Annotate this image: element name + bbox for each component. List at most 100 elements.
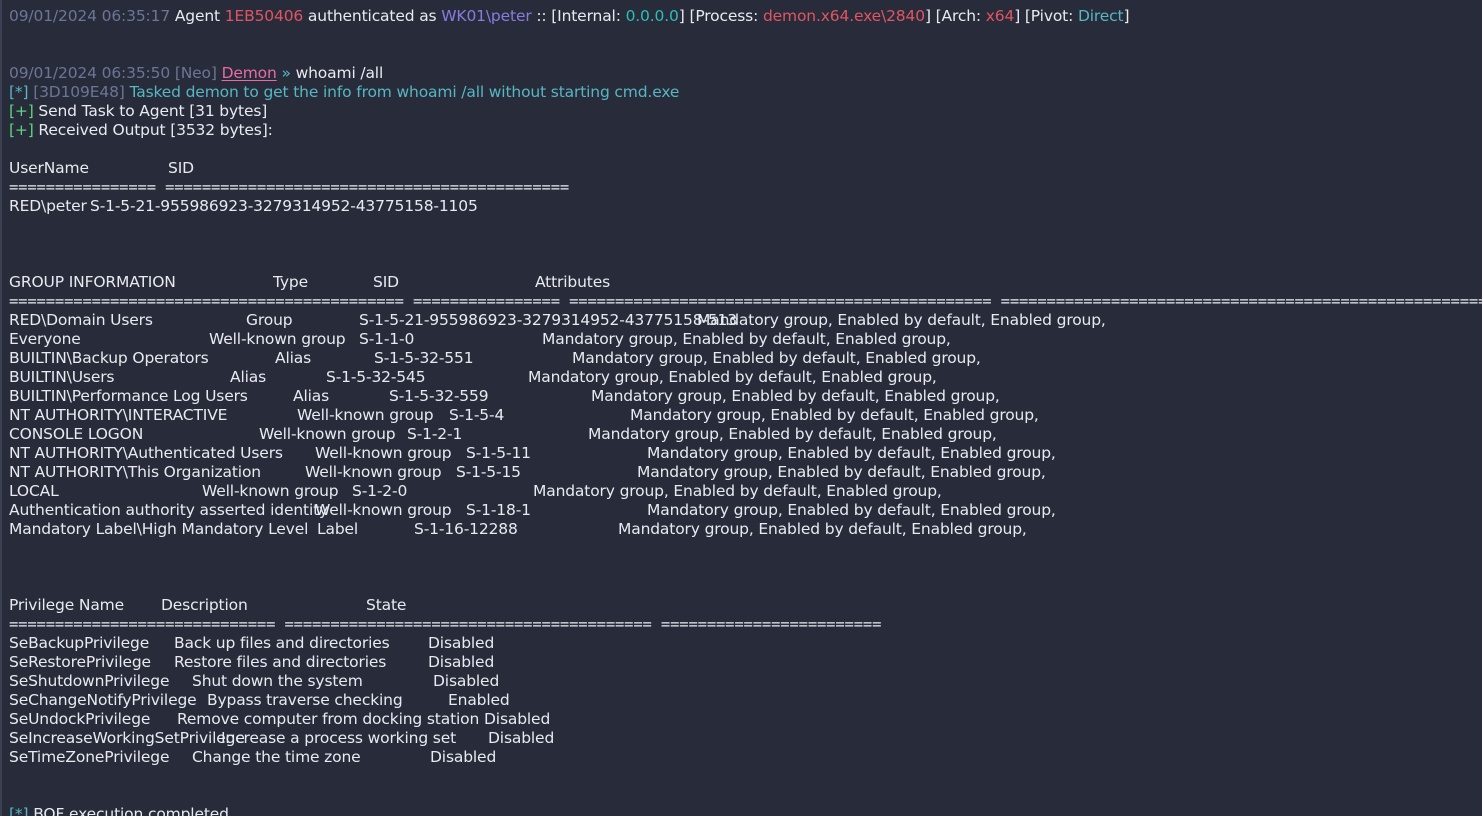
group-sid: S-1-2-0 — [352, 482, 408, 500]
group-table-row: Mandatory Label\High Mandatory Level Labe… — [2, 520, 1482, 539]
group-table-row: NT AUTHORITY\This Organization Well-known… — [2, 463, 1482, 482]
group-table-header-name: GROUP INFORMATION — [9, 273, 176, 291]
user-table-sid: S-1-5-21-955986923-3279314952-43775158-1… — [90, 197, 478, 215]
info-tag: [*] — [9, 83, 29, 101]
success-tag: [+] — [9, 102, 34, 120]
group-table-header-row: GROUP INFORMATION Type SID Attributes — [2, 273, 1482, 292]
group-table-header-type: Type — [273, 273, 309, 291]
privilege-state: Disabled — [433, 672, 500, 690]
group-attributes: Mandatory group, Enabled by default, Ena… — [542, 330, 951, 348]
group-table-row: LOCAL Well-known group S-1-2-0 Mandatory gr… — [2, 482, 1482, 501]
group-sid: S-1-5-21-955986923-3279314952-43775158-5… — [359, 311, 737, 329]
group-table-row: BUILTIN\Performance Log Users Alias S-1-5-… — [2, 387, 1482, 406]
group-type: Well-known group — [259, 425, 396, 443]
group-name: NT AUTHORITY\This Organization — [9, 463, 261, 481]
group-sid: S-1-5-32-545 — [326, 368, 426, 386]
privilege-state: Enabled — [448, 691, 510, 709]
group-type: Alias — [275, 349, 312, 367]
privilege-name: SeChangeNotifyPrivilege — [9, 691, 197, 709]
group-name: Everyone — [9, 330, 81, 348]
group-table-header-sid: SID — [373, 273, 399, 291]
command-prompt-line: 09/01/2024 06:35:50 [Neo] Demon » whoami… — [2, 64, 1482, 83]
group-sid: S-1-2-1 — [407, 425, 463, 443]
privilege-state: Disabled — [484, 710, 551, 728]
success-tag: [+] — [9, 121, 34, 139]
group-sid: S-1-1-0 — [359, 330, 415, 348]
group-attributes: Mandatory group, Enabled by default, Ena… — [572, 349, 981, 367]
privilege-table-row: SeRestorePrivilege Restore files and dire… — [2, 653, 1482, 672]
privilege-name: SeTimeZonePrivilege — [9, 748, 170, 766]
process-value: demon.x64.exe\2840 — [762, 7, 925, 25]
group-name: BUILTIN\Users — [9, 368, 115, 386]
group-type: Well-known group — [315, 444, 452, 462]
task-message: Tasked demon to get the info from whoami… — [129, 83, 680, 101]
privilege-table-row: SeUndockPrivilege Remove computer from do… — [2, 710, 1482, 729]
privilege-table-row: SeBackupPrivilege Back up files and direc… — [2, 634, 1482, 653]
user-table-header-sid: SID — [168, 159, 194, 177]
privilege-table-header-row: Privilege Name Description State — [2, 596, 1482, 615]
user-information-table: UserName SID ================ ==========… — [2, 159, 1482, 216]
group-name: CONSOLE LOGON — [9, 425, 144, 443]
group-table-row: Authentication authority asserted identi… — [2, 501, 1482, 520]
privilege-table-row: SeChangeNotifyPrivilege Bypass traverse c… — [2, 691, 1482, 710]
pivot-label: [Pivot: — [1024, 7, 1074, 25]
group-attributes: Mandatory group, Enabled by default, Ena… — [528, 368, 937, 386]
demon-console-output[interactable]: 09/01/2024 06:35:17 Agent 1EB50406 authe… — [0, 0, 1482, 816]
group-sid: S-1-5-32-551 — [374, 349, 474, 367]
group-type: Well-known group — [315, 501, 452, 519]
group-name: NT AUTHORITY\INTERACTIVE — [9, 406, 228, 424]
group-sid: S-1-5-11 — [466, 444, 531, 462]
group-name: LOCAL — [9, 482, 59, 500]
auth-separator: :: — [536, 7, 547, 25]
prompt-chevron-icon: » — [281, 64, 291, 82]
group-table-row: NT AUTHORITY\INTERACTIVE Well-known group… — [2, 406, 1482, 425]
group-name: NT AUTHORITY\Authenticated Users — [9, 444, 283, 462]
group-type: Alias — [230, 368, 267, 386]
arch-value: x64 — [985, 7, 1015, 25]
privilege-table-header-name: Privilege Name — [9, 596, 125, 614]
operator-tag: [Neo] — [174, 64, 217, 82]
internal-ip-value: 0.0.0.0 — [625, 7, 679, 25]
privilege-state: Disabled — [430, 748, 497, 766]
group-information-table: GROUP INFORMATION Type SID Attributes ==… — [2, 273, 1482, 539]
privilege-description: Increase a process working set — [221, 729, 457, 747]
pivot-close: ] — [1123, 7, 1130, 25]
group-attributes: Mandatory group, Enabled by default, Ena… — [533, 482, 942, 500]
privilege-name: SeShutdownPrivilege — [9, 672, 170, 690]
group-name: BUILTIN\Performance Log Users — [9, 387, 248, 405]
privilege-description: Shut down the system — [192, 672, 363, 690]
info-tag: [*] — [9, 805, 29, 816]
command-text: whoami /all — [295, 64, 384, 82]
group-name: BUILTIN\Backup Operators — [9, 349, 209, 367]
privilege-table-separator: ============================= ==========… — [9, 615, 882, 633]
demon-prompt-name: Demon — [221, 64, 277, 82]
group-attributes: Mandatory group, Enabled by default, Ena… — [618, 520, 1027, 538]
privilege-description: Remove computer from docking station — [177, 710, 480, 728]
user-table-row: RED\peter S-1-5-21-955986923-3279314952-… — [2, 197, 1482, 216]
auth-agent-word: Agent — [174, 7, 220, 25]
send-task-line: [+] Send Task to Agent [31 bytes] — [2, 102, 1482, 121]
group-type: Alias — [293, 387, 330, 405]
privilege-state: Disabled — [428, 653, 495, 671]
auth-username: WK01\peter — [441, 7, 532, 25]
send-task-message: Send Task to Agent [31 bytes] — [38, 102, 268, 120]
internal-label: [Internal: — [551, 7, 621, 25]
group-type: Well-known group — [305, 463, 442, 481]
privilege-table-header-description: Description — [161, 596, 248, 614]
received-output-message: Received Output [3532 bytes]: — [38, 121, 273, 139]
privilege-name: SeBackupPrivilege — [9, 634, 150, 652]
group-sid: S-1-5-32-559 — [389, 387, 489, 405]
group-type: Label — [317, 520, 359, 538]
group-sid: S-1-5-15 — [456, 463, 521, 481]
group-attributes: Mandatory group, Enabled by default, Ena… — [697, 311, 1106, 329]
group-attributes: Mandatory group, Enabled by default, Ena… — [630, 406, 1039, 424]
